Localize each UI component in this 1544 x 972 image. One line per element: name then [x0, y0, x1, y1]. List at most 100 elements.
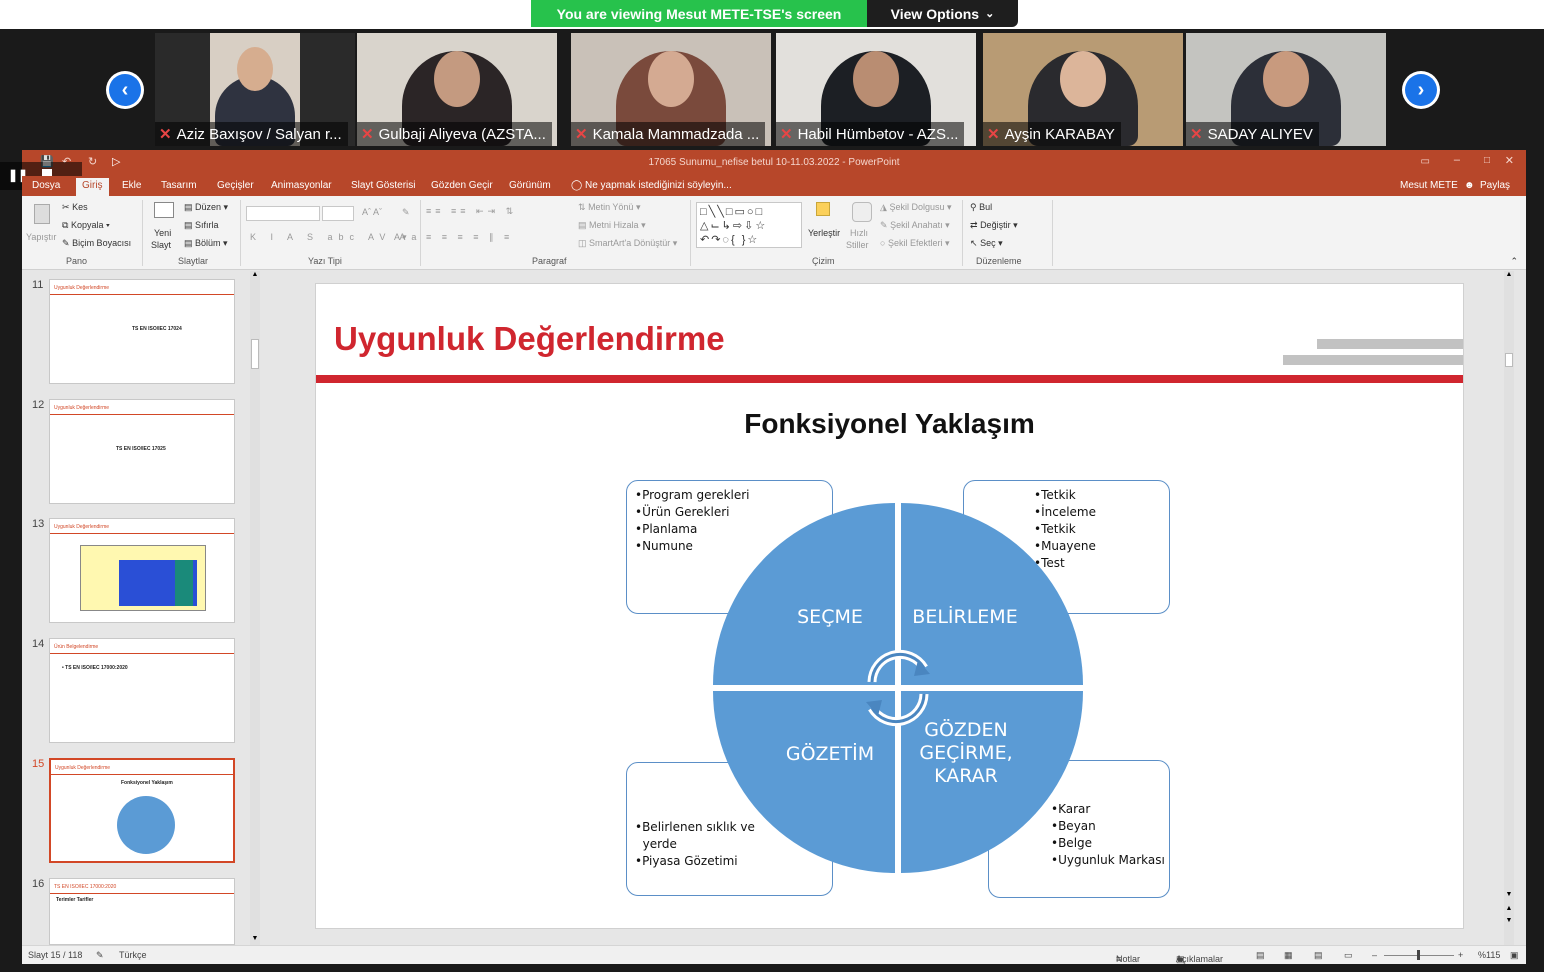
scroll-down-icon[interactable]: ▼ [1504, 891, 1514, 901]
muted-mic-icon: ✕ [780, 126, 793, 143]
zoom-out-icon[interactable]: – [1372, 950, 1377, 960]
paste-button[interactable]: Yapıştır [26, 200, 56, 242]
tab-transitions[interactable]: Geçişler [217, 180, 254, 191]
prev-participants-button[interactable]: ‹ [106, 71, 144, 109]
find-button[interactable]: ⚲ Bul [970, 202, 992, 213]
slide-canvas[interactable]: Uygunluk Değerlendirme Fonksiyonel Yakla… [315, 283, 1464, 929]
align-buttons[interactable]: ≡ ≡ ≡ ≡ ∥ ≡ [426, 232, 513, 243]
font-color-icon[interactable]: A ▾ [394, 232, 407, 243]
user-name[interactable]: Mesut METE [1400, 180, 1458, 191]
format-painter-button[interactable]: ✎ Biçim Boyacısı [62, 238, 131, 249]
scroll-thumb[interactable] [1505, 353, 1513, 367]
slide-thumbnail[interactable]: Uygunluk Değerlendirme [49, 518, 235, 623]
quadrant-select[interactable] [713, 503, 895, 685]
align-text-button[interactable]: ▤ Metni Hizala ▾ [578, 220, 646, 231]
list-buttons[interactable]: ≡≡ ≡≡ ⇤⇥ ⇅ [426, 206, 517, 217]
tab-file[interactable]: Dosya [32, 180, 60, 191]
maximize-icon[interactable]: □ [1484, 155, 1490, 166]
slide-thumbnail[interactable]: Uygunluk Değerlendirme TS EN ISO/IEC 170… [49, 399, 235, 504]
decorative-bar [1317, 339, 1463, 349]
participant-name: ✕ Aziz Baxışov / Salyan r... [155, 122, 348, 146]
participant-tile[interactable]: ✕ Habil Hümbətov - AZS... [776, 33, 976, 146]
thumbnail-scrollbar[interactable]: ▲ ▼ [250, 271, 260, 945]
zoom-slider-thumb[interactable] [1417, 950, 1420, 960]
slide-sorter-icon[interactable]: ▦ [1284, 950, 1293, 961]
smartart-button[interactable]: ◫ SmartArt'a Dönüştür ▾ [578, 238, 677, 249]
scroll-down-icon[interactable]: ▼ [250, 935, 260, 945]
participant-tile[interactable]: ✕ Kamala Mammadzada ... [571, 33, 771, 146]
shape-effects-button[interactable]: ○ Şekil Efektleri ▾ [880, 238, 950, 249]
language-label[interactable]: Türkçe [119, 950, 147, 960]
tab-slideshow[interactable]: Slayt Gösterisi [351, 180, 415, 191]
ribbon-tabs: Dosya Giriş Ekle Tasarım Geçişler Animas… [22, 176, 1526, 196]
scroll-up-icon[interactable]: ▲ [250, 271, 260, 281]
participant-tile[interactable]: ✕ Ayşin KARABAY [983, 33, 1183, 146]
participant-tile[interactable]: ✕ Gulbaji Aliyeva (AZSTA... [357, 33, 557, 146]
paste-icon [34, 204, 50, 224]
arrange-button[interactable]: Yerleştir [808, 200, 842, 252]
tab-review[interactable]: Gözden Geçir [431, 180, 493, 191]
view-options-button[interactable]: View Options ⌄ [867, 0, 1018, 27]
slide-thumbnail-selected[interactable]: Uygunluk Değerlendirme Fonksiyonel Yakla… [49, 758, 235, 863]
slide-thumbnail[interactable]: TS EN ISO/IEC 17000:2020 Terimler Tarifl… [49, 878, 235, 945]
quadrant-label-review: GÖZDEN GEÇİRME, KARAR [919, 719, 1013, 787]
slide-title[interactable]: Uygunluk Değerlendirme [334, 320, 725, 358]
zoom-slider[interactable] [1384, 950, 1454, 960]
quadrant-surveillance[interactable] [713, 691, 895, 873]
slide-subtitle[interactable]: Fonksiyonel Yaklaşım [316, 408, 1463, 440]
share-button[interactable]: Paylaş [1480, 180, 1510, 191]
clear-format-icon[interactable]: ✎ [402, 207, 410, 218]
next-slide-icon[interactable]: ▼ [1504, 917, 1514, 927]
participant-tile[interactable]: ✕ Aziz Baxışov / Salyan r... [155, 33, 355, 146]
shape-outline-button[interactable]: ✎ Şekil Anahatı ▾ [880, 220, 950, 231]
thumb-number: 16 [32, 878, 45, 890]
prev-slide-icon[interactable]: ▲ [1504, 905, 1514, 915]
powerpoint-window: 💾 ↶ ↻ ▷ 17065 Sunumu_nefise betul 10-11.… [0, 150, 1526, 964]
text-direction-button[interactable]: ⇅ Metin Yönü ▾ [578, 202, 640, 213]
shapes-gallery[interactable]: □╲╲□▭○□ △⌙↳⇨⇩☆ ↶↷◌{ }☆ [696, 202, 802, 248]
slide-scrollbar[interactable]: ▲ ▼ ▲ ▼ [1504, 271, 1514, 945]
cycle-circle[interactable] [712, 502, 1084, 874]
font-name-input[interactable] [246, 206, 320, 221]
copy-button[interactable]: ⧉ Kopyala ▾ [62, 220, 110, 231]
ribbon-display-icon[interactable]: ▭ [1421, 156, 1430, 167]
tab-animations[interactable]: Animasyonlar [271, 180, 332, 191]
cut-button[interactable]: ✂ Kes [62, 202, 88, 213]
zoom-level[interactable]: %115 [1478, 950, 1500, 960]
spellcheck-icon[interactable]: ✎ [96, 950, 104, 961]
font-size-buttons[interactable]: Aˆ Aˇ [362, 207, 382, 217]
new-slide-button[interactable]: Yeni Slayt [148, 200, 180, 252]
tab-design[interactable]: Tasarım [161, 180, 197, 191]
tab-view[interactable]: Görünüm [509, 180, 551, 191]
slide-thumbnail[interactable]: Uygunluk Değerlendirme TS EN ISO/IEC 170… [49, 279, 235, 384]
smartart-icon: ◫ [578, 238, 587, 248]
zoom-in-icon[interactable]: + [1458, 950, 1463, 960]
next-participants-button[interactable]: › [1402, 71, 1440, 109]
layout-button[interactable]: ▤ Düzen ▾ [184, 202, 228, 213]
group-label-clipboard: Pano [66, 256, 88, 266]
scroll-thumb[interactable] [251, 339, 259, 369]
slideshow-view-icon[interactable]: ▭ [1344, 950, 1353, 961]
close-icon[interactable]: ✕ [1505, 154, 1514, 167]
participant-tile[interactable]: ✕ SADAY ALIYEV [1186, 33, 1386, 146]
scroll-up-icon[interactable]: ▲ [1504, 271, 1514, 281]
reset-button[interactable]: ▤ Sıfırla [184, 220, 219, 231]
reset-icon: ▤ [184, 220, 193, 230]
section-button[interactable]: ▤ Bölüm ▾ [184, 238, 228, 249]
collapse-ribbon-icon[interactable]: ⌃ [1510, 256, 1518, 267]
fit-slide-icon[interactable]: ▣ [1510, 950, 1519, 961]
select-button[interactable]: ↖ Seç ▾ [970, 238, 1003, 249]
normal-view-icon[interactable]: ▤ [1256, 950, 1265, 961]
replace-button[interactable]: ⇄ Değiştir ▾ [970, 220, 1018, 231]
reading-view-icon[interactable]: ▤ [1314, 950, 1323, 961]
group-label-paragraph: Paragraf [532, 256, 567, 266]
font-size-input[interactable] [322, 206, 354, 221]
tab-insert[interactable]: Ekle [122, 180, 141, 191]
tab-home[interactable]: Giriş [76, 178, 109, 196]
quadrant-determine[interactable] [901, 503, 1083, 685]
slide-thumbnail[interactable]: Ürün Belgelendirme • TS EN ISO/IEC 17000… [49, 638, 235, 743]
tell-me-input[interactable]: Ne yapmak istediğinizi söyleyin... [585, 180, 732, 191]
shape-fill-button[interactable]: ◮ Şekil Dolgusu ▾ [880, 202, 952, 213]
quick-styles-button[interactable]: Hızlı Stiller [844, 200, 878, 252]
minimize-icon[interactable]: – [1454, 154, 1460, 166]
